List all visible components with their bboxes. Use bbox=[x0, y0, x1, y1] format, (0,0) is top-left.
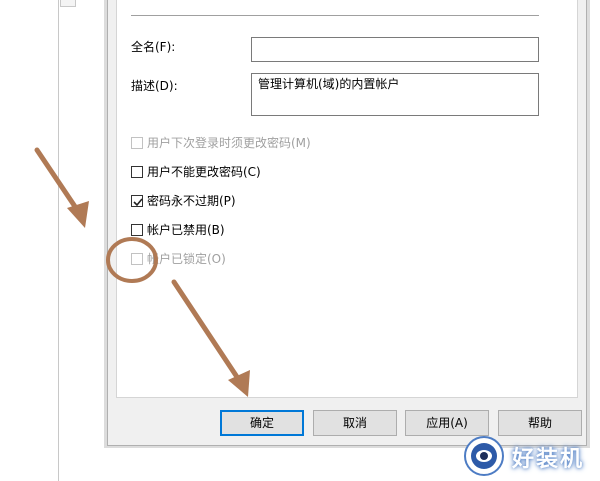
checkmark-icon bbox=[133, 198, 143, 207]
checkbox-must-change-password[interactable] bbox=[131, 137, 143, 149]
background-window-edge bbox=[58, 0, 59, 481]
description-label: 描述(D): bbox=[131, 79, 178, 93]
checkbox-account-disabled[interactable] bbox=[131, 224, 143, 236]
option-account-disabled-label: 帐户已禁用(B) bbox=[147, 223, 225, 237]
arrow-to-checkbox-icon bbox=[34, 147, 89, 228]
header-divider bbox=[131, 15, 539, 16]
cancel-button[interactable]: 取消 bbox=[313, 410, 397, 436]
ok-button[interactable]: 确定 bbox=[220, 410, 304, 436]
checkbox-account-locked[interactable] bbox=[131, 253, 143, 265]
watermark-text: 好装机 bbox=[512, 447, 585, 472]
checkbox-cannot-change-password[interactable] bbox=[131, 166, 143, 178]
full-name-field[interactable] bbox=[251, 37, 539, 62]
watermark-eye-icon bbox=[464, 436, 504, 476]
full-name-label: 全名(F): bbox=[131, 40, 176, 54]
watermark-logo: 好装机 bbox=[462, 432, 600, 481]
option-must-change-password-label: 用户下次登录时须更改密码(M) bbox=[147, 136, 311, 150]
option-cannot-change-password-label: 用户不能更改密码(C) bbox=[147, 165, 261, 179]
option-account-locked-label: 帐户已锁定(O) bbox=[147, 252, 226, 266]
checkbox-password-never-expires[interactable] bbox=[131, 195, 143, 207]
description-field[interactable]: 管理计算机(域)的内置帐户 bbox=[251, 73, 539, 116]
option-password-never-expires-label: 密码永不过期(P) bbox=[147, 194, 236, 208]
background-window-fragment bbox=[60, 0, 76, 7]
